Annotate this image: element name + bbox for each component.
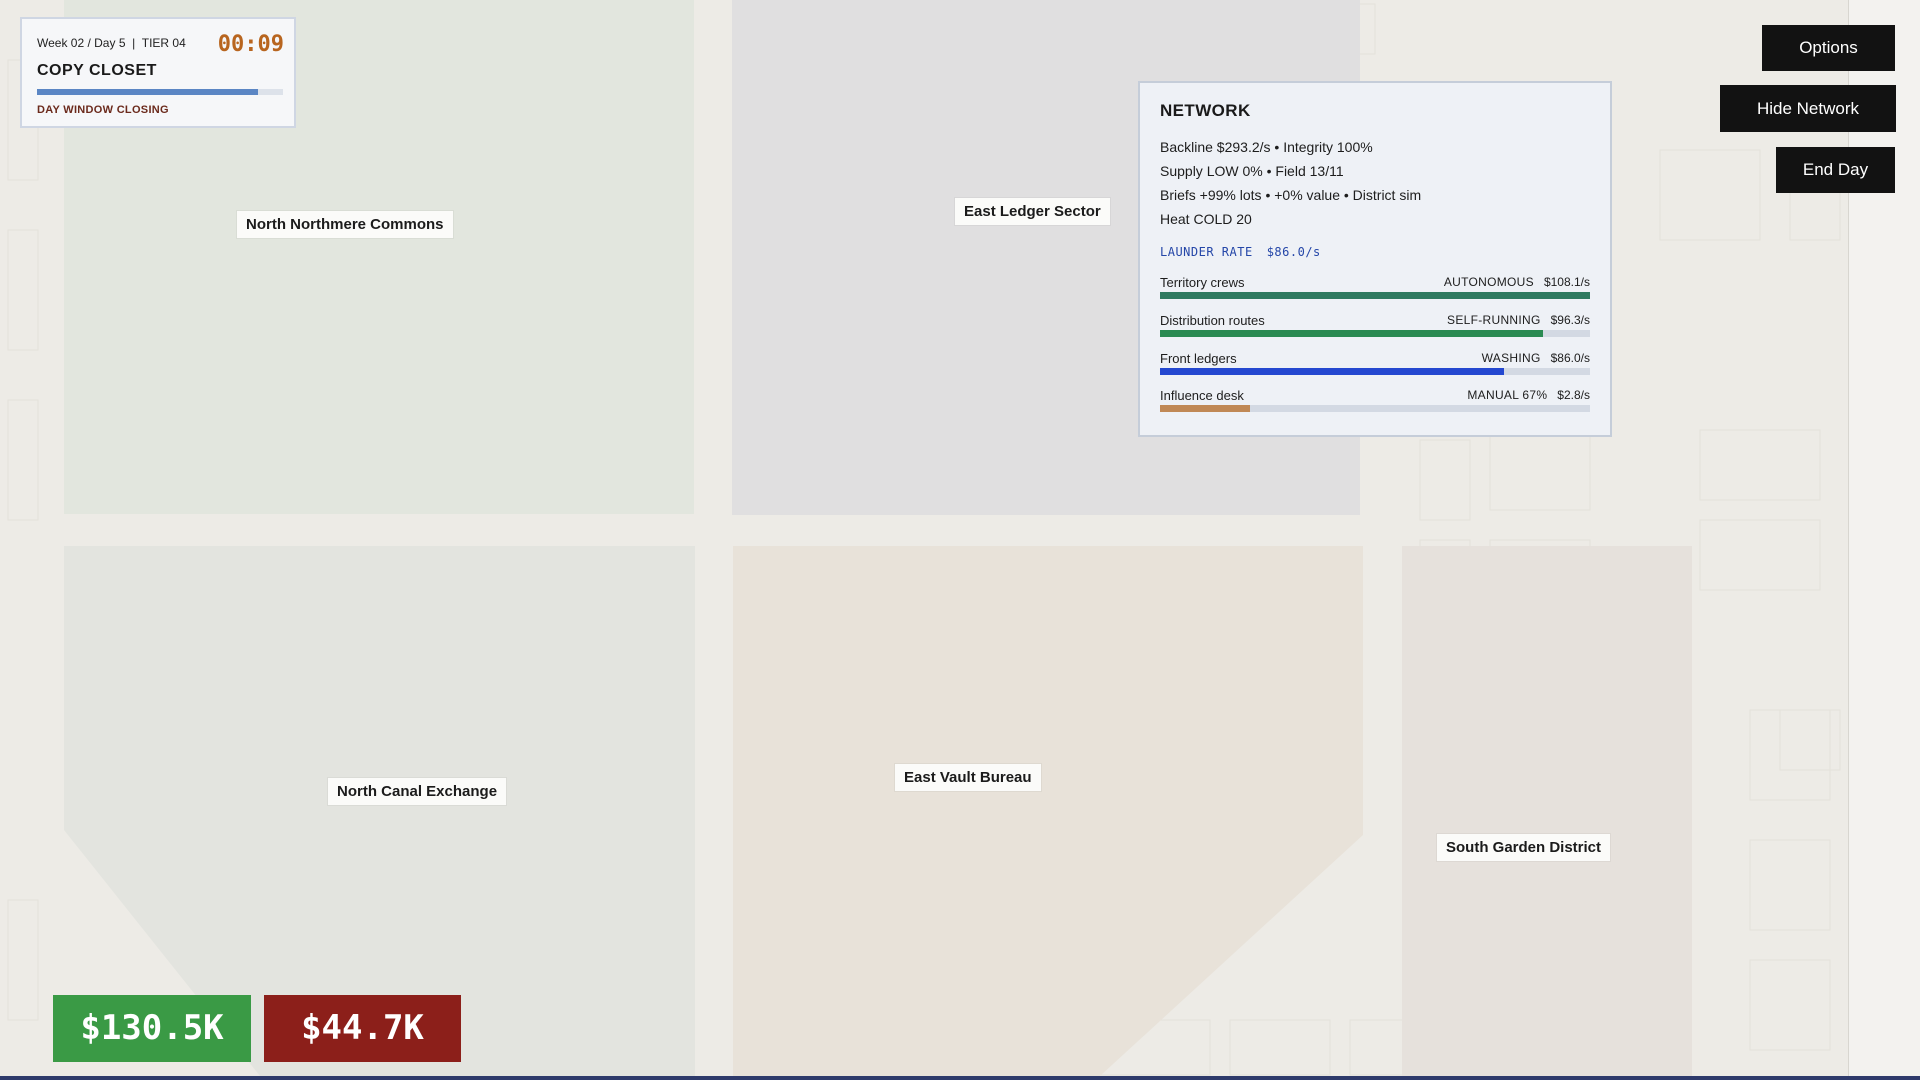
- end-day-button[interactable]: End Day: [1776, 147, 1895, 193]
- day-status-card: Week 02 / Day 5 | TIER 04 00:09 COPY CLO…: [20, 17, 296, 128]
- network-stat-briefs: Briefs +99% lots • +0% value • District …: [1160, 187, 1422, 203]
- network-stat-backline: Backline $293.2/s • Integrity 100%: [1160, 139, 1373, 155]
- network-row-influence-desk[interactable]: Influence desk MANUAL 67% $2.8/s: [1160, 388, 1590, 418]
- row-status: WASHING $86.0/s: [1482, 351, 1590, 365]
- row-mode: SELF-RUNNING: [1447, 313, 1541, 327]
- row-progress-track: [1160, 330, 1590, 337]
- day-progress-fill: [37, 89, 259, 95]
- tier-label: TIER 04: [141, 36, 186, 50]
- day-timer: 00:09: [217, 32, 284, 57]
- row-rate: $96.3/s: [1550, 313, 1590, 327]
- launder-rate-value: $86.0/s: [1266, 245, 1321, 259]
- week-day-label: Week 02 / Day 5: [37, 36, 126, 50]
- district-label-north-canal-exchange[interactable]: North Canal Exchange: [328, 778, 507, 805]
- location-title: COPY CLOSET: [37, 62, 157, 79]
- clean-cash-counter: $130.5K: [53, 995, 251, 1062]
- district-label-south-garden-district[interactable]: South Garden District: [1437, 834, 1611, 861]
- launder-rate: LAUNDER RATE $86.0/s: [1160, 245, 1335, 259]
- city-map[interactable]: [0, 0, 1920, 1080]
- separator: |: [128, 36, 139, 50]
- network-panel: NETWORK Backline $293.2/s • Integrity 10…: [1138, 81, 1612, 437]
- network-stat-supply: Supply LOW 0% • Field 13/11: [1160, 163, 1344, 179]
- row-progress-track: [1160, 368, 1590, 375]
- row-rate: $108.1/s: [1543, 275, 1590, 289]
- row-label: Territory crews: [1160, 275, 1245, 290]
- row-status: AUTONOMOUS $108.1/s: [1444, 275, 1590, 289]
- row-label: Front ledgers: [1160, 351, 1237, 366]
- district-label-east-vault-bureau[interactable]: East Vault Bureau: [895, 764, 1041, 791]
- bottom-edge-bar: [0, 1076, 1920, 1080]
- row-rate: $86.0/s: [1550, 351, 1590, 365]
- network-row-territory-crews[interactable]: Territory crews AUTONOMOUS $108.1/s: [1160, 275, 1590, 305]
- hide-network-button[interactable]: Hide Network: [1720, 85, 1896, 132]
- day-warning: DAY WINDOW CLOSING: [37, 104, 169, 116]
- options-button[interactable]: Options: [1762, 25, 1895, 71]
- row-mode: WASHING: [1481, 351, 1541, 365]
- row-status: SELF-RUNNING $96.3/s: [1447, 313, 1590, 327]
- day-progress-bar: [37, 89, 283, 95]
- row-status: MANUAL 67% $2.8/s: [1467, 388, 1590, 402]
- network-stat-heat: Heat COLD 20: [1160, 211, 1252, 227]
- row-progress-track: [1160, 405, 1590, 412]
- network-row-distribution-routes[interactable]: Distribution routes SELF-RUNNING $96.3/s: [1160, 313, 1590, 343]
- network-row-front-ledgers[interactable]: Front ledgers WASHING $86.0/s: [1160, 351, 1590, 381]
- district-label-east-ledger-sector[interactable]: East Ledger Sector: [955, 198, 1110, 225]
- row-label: Distribution routes: [1160, 313, 1265, 328]
- row-progress-track: [1160, 292, 1590, 299]
- network-title: NETWORK: [1160, 101, 1251, 120]
- district-label-north-northmere-commons[interactable]: North Northmere Commons: [237, 211, 453, 238]
- launder-rate-label: LAUNDER RATE: [1160, 245, 1253, 259]
- row-label: Influence desk: [1160, 388, 1244, 403]
- row-progress-fill: [1160, 405, 1251, 412]
- row-progress-fill: [1160, 368, 1504, 375]
- row-progress-fill: [1160, 330, 1543, 337]
- map-background: [0, 0, 1920, 1080]
- row-mode: AUTONOMOUS: [1443, 275, 1534, 289]
- row-mode: MANUAL 67%: [1467, 388, 1548, 402]
- row-rate: $2.8/s: [1557, 388, 1590, 402]
- row-progress-fill: [1160, 292, 1590, 299]
- week-day-tier: Week 02 / Day 5 | TIER 04: [37, 36, 186, 50]
- dirty-cash-counter: $44.7K: [264, 995, 461, 1062]
